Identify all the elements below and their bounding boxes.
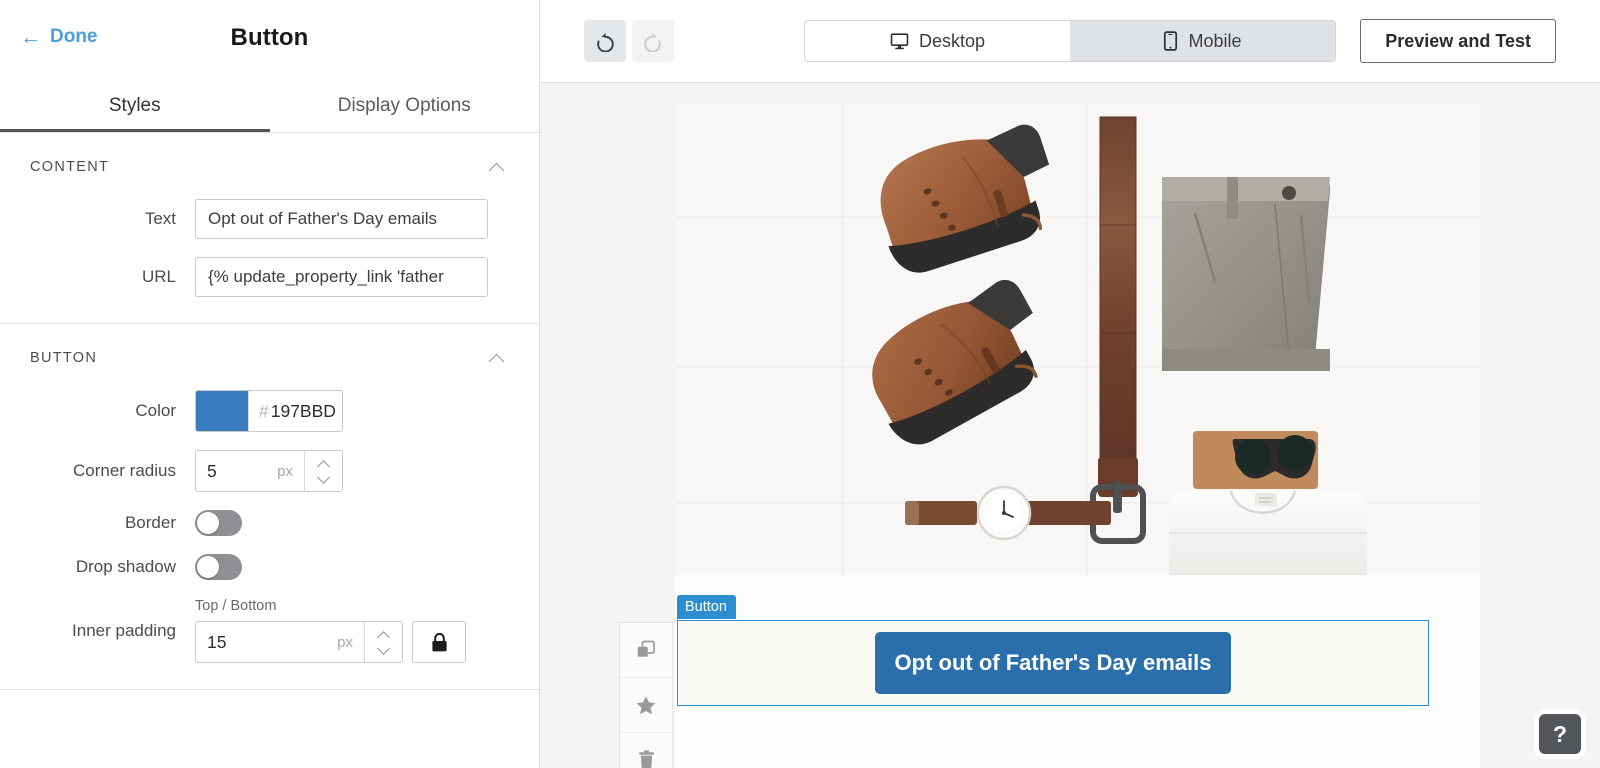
device-button-mobile[interactable]: Mobile xyxy=(1070,21,1335,61)
undo-button[interactable] xyxy=(584,20,626,62)
tab-display-options[interactable]: Display Options xyxy=(270,82,540,133)
border-toggle[interactable] xyxy=(195,510,242,536)
field-drop-shadow-label: Drop shadow xyxy=(30,557,195,577)
cta-button[interactable]: Opt out of Father's Day emails xyxy=(875,632,1231,694)
tab-display-options-label: Display Options xyxy=(338,95,471,117)
field-url: URL {% update_property_link 'father xyxy=(0,257,539,297)
drop-shadow-toggle[interactable] xyxy=(195,554,242,580)
corner-radius-value-wrap[interactable]: 5 px xyxy=(196,451,304,491)
hero-image xyxy=(675,105,1480,575)
page-title: Button xyxy=(0,24,539,52)
panel-header: ← Done Button xyxy=(0,0,539,82)
settings-panel: ← Done Button Styles Display Options CON… xyxy=(0,0,540,768)
section-content: CONTENT Text Opt out of Father's Day ema… xyxy=(0,133,539,324)
undo-icon xyxy=(594,30,616,52)
inner-padding-value-wrap[interactable]: 15 px xyxy=(196,622,364,662)
field-border-label: Border xyxy=(30,513,195,533)
field-inner-padding-label: Inner padding xyxy=(30,621,195,641)
preview-and-test-label: Preview and Test xyxy=(1385,31,1531,52)
color-control[interactable]: # 197BBD xyxy=(195,390,343,432)
inner-padding-value: 15 xyxy=(207,632,226,653)
editor-toolbar: Desktop Mobile Preview and Test xyxy=(540,0,1600,83)
redo-button[interactable] xyxy=(632,20,674,62)
device-label-desktop: Desktop xyxy=(919,31,985,52)
color-hex-field[interactable]: # 197BBD xyxy=(248,391,342,431)
corner-radius-arrows[interactable] xyxy=(304,451,342,491)
section-button: BUTTON Color # 197BBD Corner radius 5 xyxy=(0,324,539,690)
chevron-up-icon[interactable] xyxy=(317,461,330,468)
padding-top-bottom-col: Top / Bottom 15 px xyxy=(195,598,403,663)
section-content-header[interactable]: CONTENT xyxy=(0,133,539,181)
help-button[interactable]: ? xyxy=(1539,714,1581,754)
field-corner-radius-label: Corner radius xyxy=(30,461,195,481)
editor-main: Desktop Mobile Preview and Test xyxy=(540,0,1600,768)
duplicate-icon xyxy=(636,640,656,660)
padding-top-bottom-caption: Top / Bottom xyxy=(195,598,403,614)
lock-closed-icon xyxy=(430,632,449,653)
redo-icon xyxy=(642,30,664,52)
device-toggle-group: Desktop Mobile xyxy=(804,20,1336,62)
delete-module-button[interactable] xyxy=(620,733,672,768)
module-type-badge: Button xyxy=(677,595,736,619)
field-text-label: Text xyxy=(30,209,195,229)
inner-padding-group: Top / Bottom 15 px xyxy=(195,598,466,663)
inner-padding-arrows[interactable] xyxy=(364,622,402,662)
section-content-title: CONTENT xyxy=(30,159,109,175)
chevron-up-icon[interactable] xyxy=(489,350,505,366)
padding-lock-button[interactable] xyxy=(412,621,466,663)
chevron-up-icon[interactable] xyxy=(377,632,390,639)
inner-padding-stepper[interactable]: 15 px xyxy=(195,621,403,663)
section-button-header[interactable]: BUTTON xyxy=(0,324,539,372)
section-button-title: BUTTON xyxy=(30,350,97,366)
field-corner-radius: Corner radius 5 px xyxy=(0,450,539,492)
field-inner-padding: Inner padding Top / Bottom 15 px xyxy=(0,598,539,663)
duplicate-module-button[interactable] xyxy=(620,623,672,678)
text-input[interactable]: Opt out of Father's Day emails xyxy=(195,199,488,239)
tab-styles-label: Styles xyxy=(109,95,161,117)
field-url-label: URL xyxy=(30,267,195,287)
email-canvas[interactable]: Button Opt out of Father's Day emails ? xyxy=(540,83,1600,768)
device-button-desktop[interactable]: Desktop xyxy=(805,21,1070,61)
field-color-label: Color xyxy=(30,401,195,421)
field-drop-shadow: Drop shadow xyxy=(0,554,539,580)
question-mark-icon: ? xyxy=(1553,721,1567,748)
chevron-up-icon[interactable] xyxy=(489,159,505,175)
trash-icon xyxy=(638,750,655,768)
email-editor-app: ← Done Button Styles Display Options CON… xyxy=(0,0,1600,768)
hash-symbol: # xyxy=(259,401,269,422)
field-border: Border xyxy=(0,510,539,536)
field-color: Color # 197BBD xyxy=(0,390,539,432)
module-toolbar xyxy=(619,622,673,768)
color-hex-value: 197BBD xyxy=(271,401,336,422)
favorite-module-button[interactable] xyxy=(620,678,672,733)
field-text: Text Opt out of Father's Day emails xyxy=(0,199,539,239)
cta-button-label: Opt out of Father's Day emails xyxy=(895,650,1212,676)
toggle-knob xyxy=(197,512,219,534)
flat-lay-apparel-photo xyxy=(675,105,1480,575)
desktop-icon xyxy=(890,32,909,51)
toggle-knob xyxy=(197,556,219,578)
corner-radius-unit: px xyxy=(277,463,293,480)
tab-styles[interactable]: Styles xyxy=(0,82,270,133)
url-input[interactable]: {% update_property_link 'father xyxy=(195,257,488,297)
corner-radius-stepper[interactable]: 5 px xyxy=(195,450,343,492)
panel-tabs: Styles Display Options xyxy=(0,82,539,133)
inner-padding-unit: px xyxy=(337,634,353,651)
device-label-mobile: Mobile xyxy=(1188,31,1241,52)
color-swatch[interactable] xyxy=(196,391,248,431)
chevron-down-icon[interactable] xyxy=(317,475,330,482)
preview-and-test-button[interactable]: Preview and Test xyxy=(1360,19,1556,63)
chevron-down-icon[interactable] xyxy=(377,646,390,653)
mobile-icon xyxy=(1163,31,1178,51)
star-icon xyxy=(635,695,657,716)
corner-radius-value: 5 xyxy=(207,461,217,482)
